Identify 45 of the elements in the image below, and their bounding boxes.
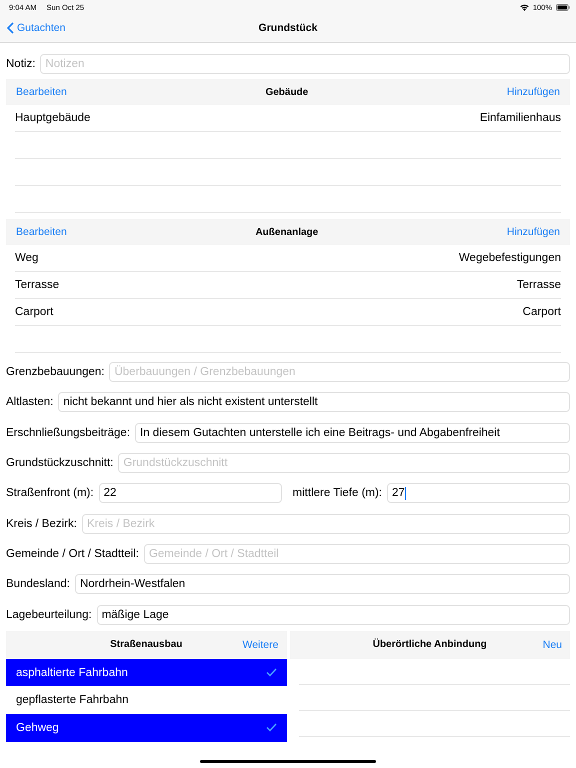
wifi-icon <box>520 4 529 10</box>
input-field[interactable]: 27 <box>387 483 570 504</box>
checkmark-icon <box>266 668 276 678</box>
field-label: Erschnließungsbeiträge: <box>6 426 130 439</box>
add-link[interactable]: Hinzufügen <box>506 86 560 98</box>
edit-link[interactable]: Bearbeiten <box>16 86 67 98</box>
input-field[interactable]: nicht bekannt und hier als nicht existent unterstellt <box>58 392 570 412</box>
list-item[interactable]: Gehweg <box>6 714 286 742</box>
row-detail: Terrasse <box>516 279 561 291</box>
field-label: Altlasten: <box>6 396 54 408</box>
battery-icon <box>556 4 570 10</box>
checkmark-icon <box>266 723 276 732</box>
edit-link[interactable]: Bearbeiten <box>16 226 67 238</box>
section-title: Überörtliche Anbindung <box>372 639 487 650</box>
row-detail: Carport <box>522 306 561 318</box>
field-label: Lagebeurteilung: <box>6 608 92 621</box>
section-title: Außenanlage <box>255 226 318 238</box>
section-title: Straßenausbau <box>110 639 182 650</box>
input-field[interactable]: Nordrhein-Westfalen <box>74 574 570 594</box>
input-field[interactable]: Notizen <box>40 54 570 74</box>
row-detail: Einfamilienhaus <box>480 112 561 124</box>
field-label: Grundstückzuschnitt: <box>6 457 114 470</box>
row-title[interactable]: Terrasse <box>15 279 60 291</box>
input-field[interactable]: mäßige Lage <box>96 604 570 625</box>
row-title[interactable]: Hauptgebäude <box>15 112 90 124</box>
row-title[interactable]: Weg <box>15 252 38 264</box>
new-link[interactable]: Neu <box>542 638 562 651</box>
section-title: Gebäude <box>265 86 308 98</box>
field-label: Notiz: <box>6 58 36 70</box>
add-link[interactable]: Hinzufügen <box>506 226 560 238</box>
input-field[interactable]: 22 <box>98 483 282 504</box>
back-button[interactable]: Gutachten <box>7 22 66 34</box>
screen-title: Grundstück <box>258 22 318 34</box>
field-label: Gemeinde / Ort / Stadtteil: <box>6 548 139 560</box>
row-detail: Wegebefestigungen <box>458 252 561 264</box>
more-link[interactable]: Weitere <box>242 638 278 651</box>
list-item[interactable]: asphaltierte Fahrbahn <box>6 658 286 686</box>
field-label: Bundesland: <box>6 578 70 590</box>
chevron-left-icon <box>7 22 14 34</box>
field-label: Grenzbebauungen: <box>6 366 104 378</box>
row-title[interactable]: Carport <box>15 306 54 318</box>
input-field[interactable]: In diesem Gutachten unterstelle ich eine Beitrags- und Abgabenfreiheit <box>135 422 570 443</box>
field-label: Kreis / Bezirk: <box>6 518 77 530</box>
field-label: mittlere Tiefe (m): <box>292 487 382 500</box>
field-label: Straßenfront (m): <box>6 487 94 500</box>
